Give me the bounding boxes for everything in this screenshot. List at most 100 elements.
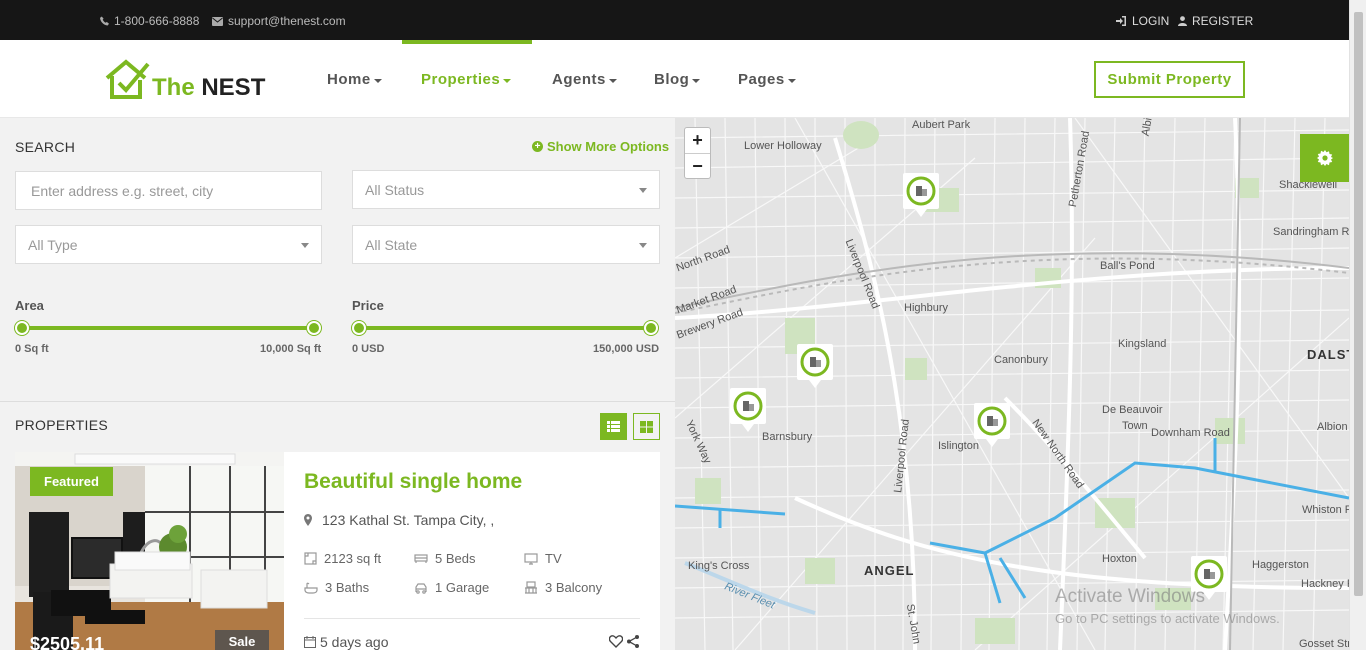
- property-card[interactable]: Featured $2505.11 Sale Beautiful single …: [15, 452, 660, 650]
- map-label: Lower Holloway: [744, 140, 822, 152]
- login-link[interactable]: LOGIN: [1116, 14, 1169, 28]
- logo-text: The NEST: [152, 76, 265, 100]
- price-max-handle[interactable]: [644, 321, 658, 335]
- map-label: Sandringham Ro: [1273, 226, 1349, 238]
- phone-number: 1-800-666-8888: [114, 14, 200, 28]
- price-max-value: 150,000 USD: [593, 343, 660, 355]
- house-check-logo-icon: [105, 59, 150, 99]
- map-label: Barnsbury: [762, 431, 813, 443]
- nav-properties-label: Properties: [421, 71, 501, 88]
- price-min-handle[interactable]: [352, 321, 366, 335]
- card-actions: [609, 635, 639, 648]
- sale-badge: Sale: [215, 630, 269, 650]
- nav-blog[interactable]: Blog: [654, 71, 701, 88]
- search-title: SEARCH: [15, 139, 76, 155]
- price-label: Price: [352, 298, 384, 313]
- map-label: Town: [1122, 420, 1148, 432]
- property-marker[interactable]: [974, 403, 1010, 447]
- site-logo[interactable]: The NEST: [104, 58, 265, 100]
- type-value: All Type: [28, 236, 78, 253]
- register-link[interactable]: REGISTER: [1178, 14, 1253, 28]
- site-header: The NEST Home Properties Agents Blog Pag…: [0, 40, 1349, 118]
- section-divider: [0, 401, 675, 402]
- zoom-out-button[interactable]: −: [685, 153, 710, 178]
- grid-view-button[interactable]: [633, 413, 660, 440]
- dropdown-arrow-icon: [639, 243, 647, 248]
- balcony-icon: [525, 581, 537, 594]
- email-contact[interactable]: support@thenest.com: [212, 14, 346, 28]
- logo-the: The: [152, 74, 195, 101]
- property-marker[interactable]: [903, 173, 939, 217]
- map-label: King's Cross: [688, 560, 750, 572]
- list-icon: [607, 421, 620, 432]
- gear-icon: [1316, 150, 1333, 166]
- dropdown-arrow-icon: [301, 243, 309, 248]
- type-select[interactable]: All Type: [15, 225, 322, 264]
- area-label: Area: [15, 298, 44, 313]
- property-marker[interactable]: [797, 344, 833, 388]
- area-slider[interactable]: [15, 321, 321, 335]
- feature-area: 2123 sq ft: [304, 551, 381, 566]
- map-label: Islington: [938, 440, 979, 452]
- calendar-icon: [304, 636, 316, 648]
- property-price: $2505.11: [30, 634, 105, 650]
- feature-garage: 1 Garage: [414, 580, 489, 595]
- settings-button[interactable]: [1300, 134, 1349, 182]
- price-slider[interactable]: [352, 321, 658, 335]
- login-label: LOGIN: [1132, 14, 1170, 28]
- heart-icon[interactable]: [609, 635, 623, 648]
- show-more-options-label: Show More Options: [547, 139, 670, 154]
- map-marker-icon: [304, 514, 312, 526]
- feature-garage-text: 1 Garage: [435, 580, 490, 595]
- chevron-down-icon: [787, 78, 796, 83]
- listing-date-text: 5 days ago: [320, 634, 389, 650]
- status-value: All Status: [365, 181, 425, 198]
- property-image[interactable]: Featured $2505.11 Sale: [15, 452, 284, 650]
- address-search-input[interactable]: Enter address e.g. street, city: [15, 171, 322, 210]
- property-marker[interactable]: [730, 388, 766, 432]
- page-scrollbar[interactable]: [1349, 0, 1366, 650]
- property-map[interactable]: Aubert Park Lower Holloway Shacklewell S…: [675, 118, 1349, 650]
- scrollbar-thumb[interactable]: [1354, 12, 1363, 596]
- chevron-down-icon: [373, 78, 382, 83]
- nav-agents[interactable]: Agents: [552, 71, 617, 88]
- price-slider-track: [358, 326, 652, 330]
- nav-properties[interactable]: Properties: [421, 71, 512, 88]
- feature-tv: TV: [524, 551, 562, 566]
- bed-icon: [414, 554, 428, 563]
- zoom-in-button[interactable]: +: [685, 128, 710, 153]
- top-bar: 1-800-666-8888 support@thenest.com LOGIN…: [0, 0, 1349, 40]
- nav-home[interactable]: Home: [327, 71, 382, 88]
- state-select[interactable]: All State: [352, 225, 660, 264]
- map-label: Aubert Park: [912, 119, 971, 131]
- os-activation-watermark: Activate Windows Go to PC settings to ac…: [1055, 586, 1280, 626]
- address-text: 123 Kathal St. Tampa City, ,: [322, 512, 495, 528]
- area-min-value: 0 Sq ft: [15, 343, 49, 355]
- price-min-value: 0 USD: [352, 343, 385, 355]
- status-select[interactable]: All Status: [352, 170, 660, 209]
- show-more-options-link[interactable]: + Show More Options: [532, 139, 669, 154]
- area-max-handle[interactable]: [307, 321, 321, 335]
- feature-balcony-text: 3 Balcony: [545, 580, 603, 595]
- list-view-button[interactable]: [600, 413, 627, 440]
- featured-badge: Featured: [30, 467, 113, 496]
- property-title[interactable]: Beautiful single home: [304, 470, 522, 494]
- chevron-down-icon: [692, 78, 701, 83]
- plus-circle-icon: +: [532, 141, 543, 152]
- area-min-handle[interactable]: [15, 321, 29, 335]
- grid-icon: [640, 420, 653, 433]
- map-label: Whiston Roa: [1302, 504, 1349, 516]
- map-label: Hackney R: [1301, 578, 1349, 590]
- share-icon[interactable]: [627, 635, 639, 648]
- submit-property-button[interactable]: Submit Property: [1094, 61, 1245, 98]
- properties-title: PROPERTIES: [15, 417, 108, 433]
- nav-blog-label: Blog: [654, 71, 690, 88]
- area-max-value: 10,000 Sq ft: [260, 343, 322, 355]
- map-label: Hoxton: [1102, 553, 1137, 565]
- phone-contact[interactable]: 1-800-666-8888: [100, 14, 199, 28]
- garage-icon: [415, 582, 427, 594]
- area-icon: [304, 552, 317, 565]
- register-label: REGISTER: [1192, 14, 1254, 28]
- nav-pages-label: Pages: [738, 71, 785, 88]
- nav-pages[interactable]: Pages: [738, 71, 796, 88]
